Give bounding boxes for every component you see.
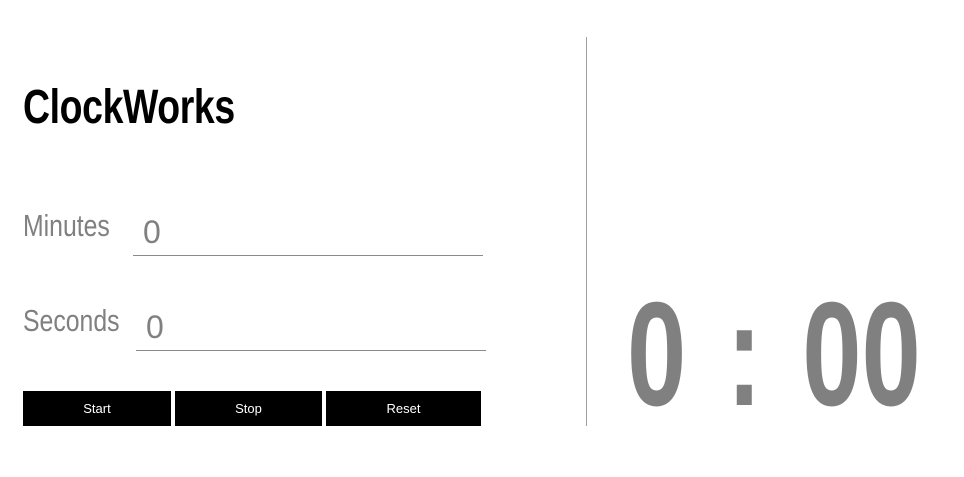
- vertical-divider: [586, 37, 587, 426]
- seconds-label: Seconds: [23, 303, 120, 338]
- reset-button[interactable]: Reset: [326, 391, 481, 426]
- minutes-label: Minutes: [23, 208, 110, 243]
- app-title: ClockWorks: [23, 81, 235, 134]
- minutes-input[interactable]: [133, 210, 483, 256]
- start-button[interactable]: Start: [23, 391, 171, 426]
- timer-display: 0 : 00: [627, 280, 921, 430]
- seconds-input[interactable]: [136, 305, 486, 351]
- timer-separator: :: [726, 272, 763, 437]
- timer-seconds: 00: [802, 272, 921, 437]
- stop-button[interactable]: Stop: [175, 391, 322, 426]
- timer-minutes: 0: [627, 272, 687, 437]
